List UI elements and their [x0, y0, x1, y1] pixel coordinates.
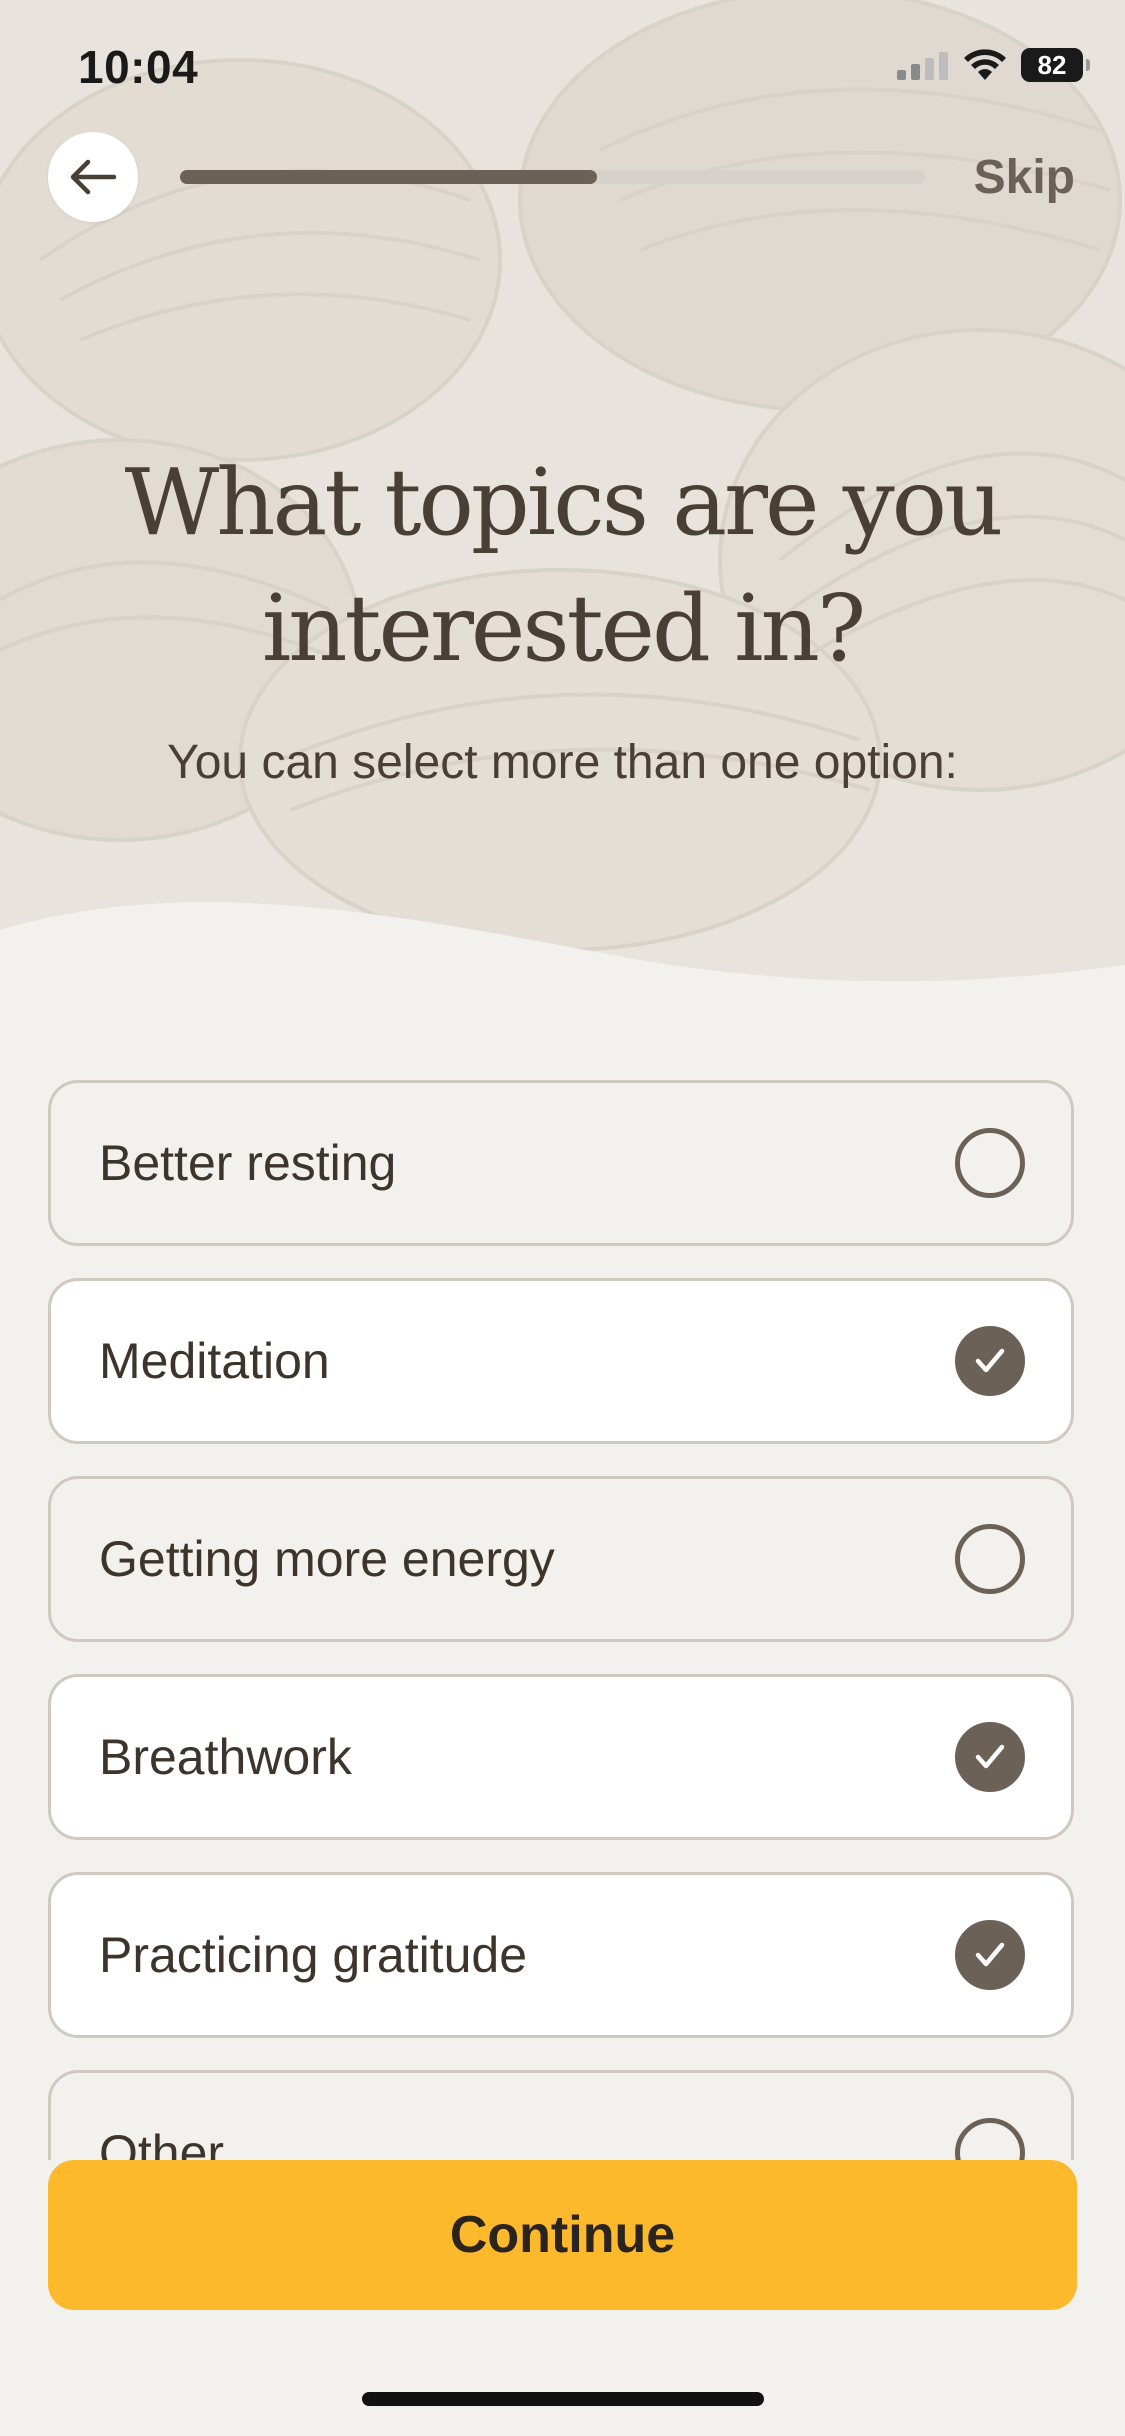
- status-bar: 10:04 82: [0, 0, 1125, 140]
- topic-options-list[interactable]: Better resting Meditation Getting more e…: [0, 1070, 1125, 2160]
- page-title-line-1: What topics are you: [124, 449, 1004, 556]
- page-title-line-2: interested in?: [261, 575, 866, 682]
- option-practicing-gratitude[interactable]: Practicing gratitude: [48, 1872, 1074, 2038]
- page-title: What topics are you interested in?: [60, 440, 1065, 692]
- option-other[interactable]: Other: [48, 2070, 1074, 2160]
- checkmark-icon: [975, 1744, 1005, 1769]
- option-breathwork[interactable]: Breathwork: [48, 1674, 1074, 1840]
- radio-unchecked-icon[interactable]: [955, 2118, 1025, 2160]
- onboarding-progress-bar: [180, 170, 925, 184]
- arrow-left-icon: [70, 159, 117, 195]
- progress-fill: [180, 170, 598, 184]
- radio-checked-icon[interactable]: [955, 1326, 1025, 1396]
- option-label: Getting more energy: [99, 1531, 555, 1587]
- option-meditation[interactable]: Meditation: [48, 1278, 1074, 1444]
- battery-icon: 82: [1021, 48, 1090, 82]
- radio-unchecked-icon[interactable]: [955, 1524, 1025, 1594]
- option-label: Practicing gratitude: [99, 1927, 528, 1983]
- back-button[interactable]: [48, 132, 138, 222]
- option-better-resting[interactable]: Better resting: [48, 1080, 1074, 1246]
- status-icons: 82: [897, 48, 1090, 82]
- option-label: Breathwork: [99, 1729, 352, 1785]
- skip-button[interactable]: Skip: [974, 150, 1075, 205]
- battery-level: 82: [1037, 49, 1067, 80]
- radio-checked-icon[interactable]: [955, 1722, 1025, 1792]
- status-time: 10:04: [78, 41, 199, 93]
- hero-wave-divider: [0, 902, 1125, 1000]
- option-label: Other: [99, 2125, 225, 2160]
- home-indicator: [362, 2392, 764, 2406]
- option-label: Better resting: [99, 1135, 397, 1191]
- page-subtitle: You can select more than one option:: [167, 736, 958, 789]
- option-label: Meditation: [99, 1333, 330, 1389]
- wifi-icon: [964, 49, 1006, 80]
- onboarding-screen: 10:04 82 Skip What topics are you intere…: [0, 0, 1125, 2436]
- cellular-signal-icon: [897, 52, 948, 80]
- option-getting-more-energy[interactable]: Getting more energy: [48, 1476, 1074, 1642]
- continue-button[interactable]: Continue: [48, 2160, 1077, 2310]
- checkmark-icon: [975, 1348, 1005, 1373]
- radio-unchecked-icon[interactable]: [955, 1128, 1025, 1198]
- radio-checked-icon[interactable]: [955, 1920, 1025, 1990]
- checkmark-icon: [975, 1942, 1005, 1967]
